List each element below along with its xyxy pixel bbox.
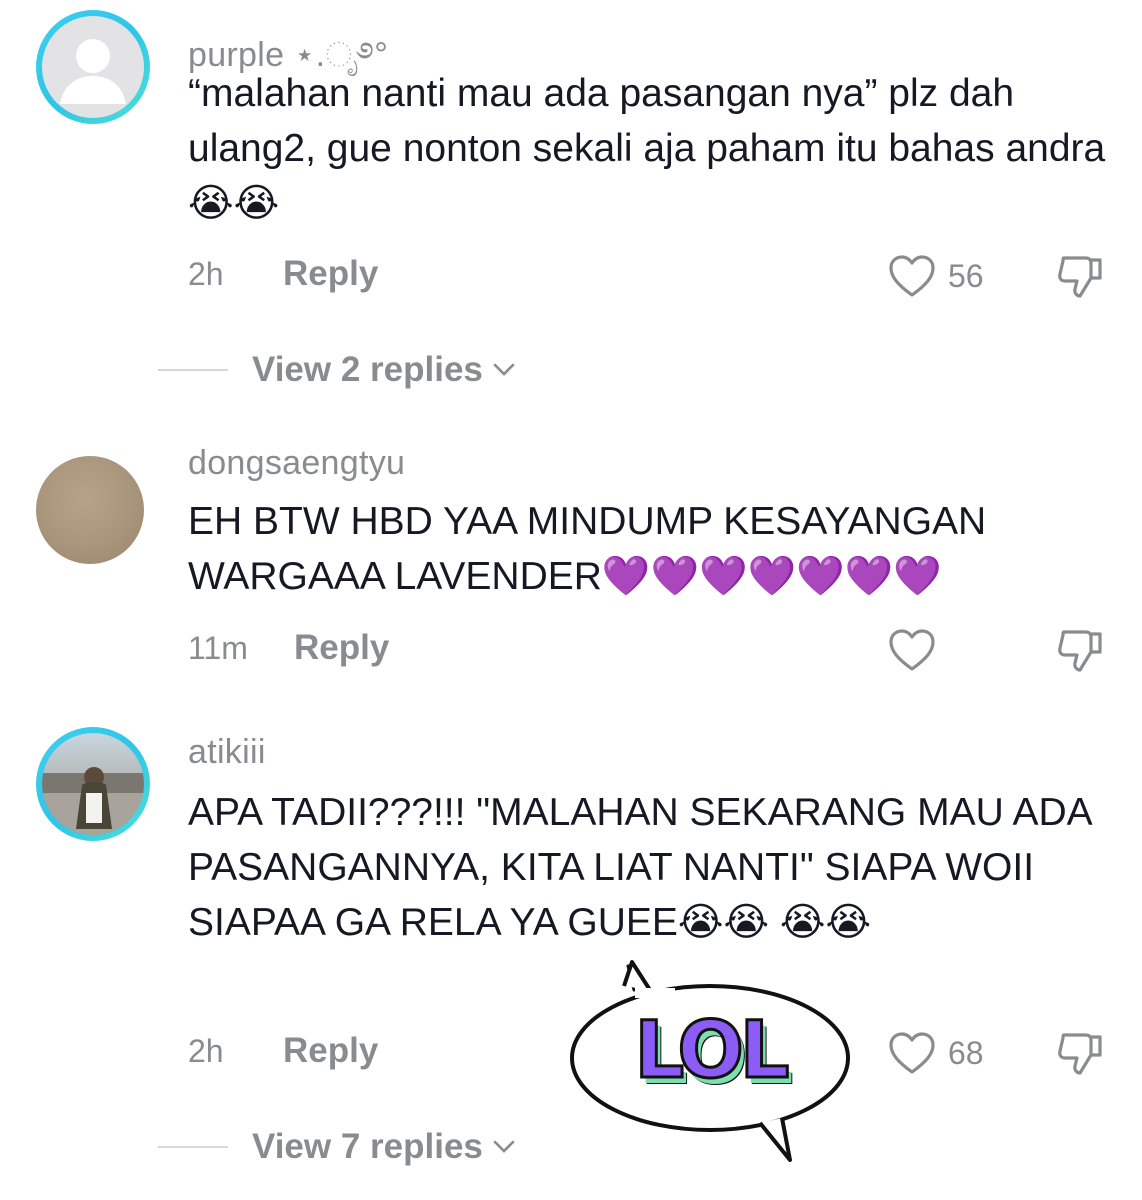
comment-time: 2h — [188, 256, 224, 292]
profile-photo — [42, 767, 144, 835]
heart-icon[interactable] — [888, 1031, 936, 1075]
divider — [158, 1146, 228, 1148]
reply-button[interactable]: Reply — [283, 1031, 378, 1071]
default-avatar-icon — [60, 39, 126, 104]
view-replies-label: View 2 replies — [252, 350, 483, 389]
dislike-icon[interactable] — [1056, 1029, 1104, 1077]
comment-time: 2h — [188, 1033, 224, 1069]
reply-button[interactable]: Reply — [283, 254, 378, 294]
chevron-down-icon — [493, 363, 515, 376]
comment-text: “malahan nanti mau ada pasangan nya” plz… — [188, 72, 1106, 225]
lol-sticker: LOL — [560, 958, 860, 1168]
comment-time: 11m — [188, 630, 248, 666]
dislike-icon[interactable] — [1056, 252, 1104, 300]
comment-text: EH BTW HBD YAA MINDUMP KESAYANGAN WARGAA… — [188, 500, 987, 598]
username[interactable]: dongsaengtyu — [188, 444, 405, 483]
view-replies-button[interactable]: View 7 replies — [158, 1127, 515, 1167]
avatar[interactable] — [36, 10, 150, 124]
username[interactable]: atikiii — [188, 733, 266, 772]
dislike-icon[interactable] — [1056, 626, 1104, 674]
like-count: 68 — [948, 1035, 984, 1071]
divider — [158, 369, 228, 371]
reply-button[interactable]: Reply — [294, 628, 389, 668]
view-replies-label: View 7 replies — [252, 1127, 483, 1166]
chevron-down-icon — [493, 1140, 515, 1153]
comment-2: dongsaengtyu EH BTW HBD YAA MINDUMP KESA… — [0, 430, 1142, 690]
avatar[interactable] — [36, 727, 150, 841]
avatar[interactable] — [36, 456, 144, 564]
heart-icon[interactable] — [888, 628, 936, 672]
like-count: 56 — [948, 258, 984, 294]
view-replies-button[interactable]: View 2 replies — [158, 350, 515, 390]
heart-icon[interactable] — [888, 254, 936, 298]
lol-text: LOL — [633, 1005, 791, 1098]
comment-1: purple ⋆.ೃ࿔° “malahan nanti mau ada pasa… — [0, 0, 1142, 400]
comment-text: APA TADII???!!! "MALAHAN SEKARANG MAU AD… — [188, 791, 1091, 944]
